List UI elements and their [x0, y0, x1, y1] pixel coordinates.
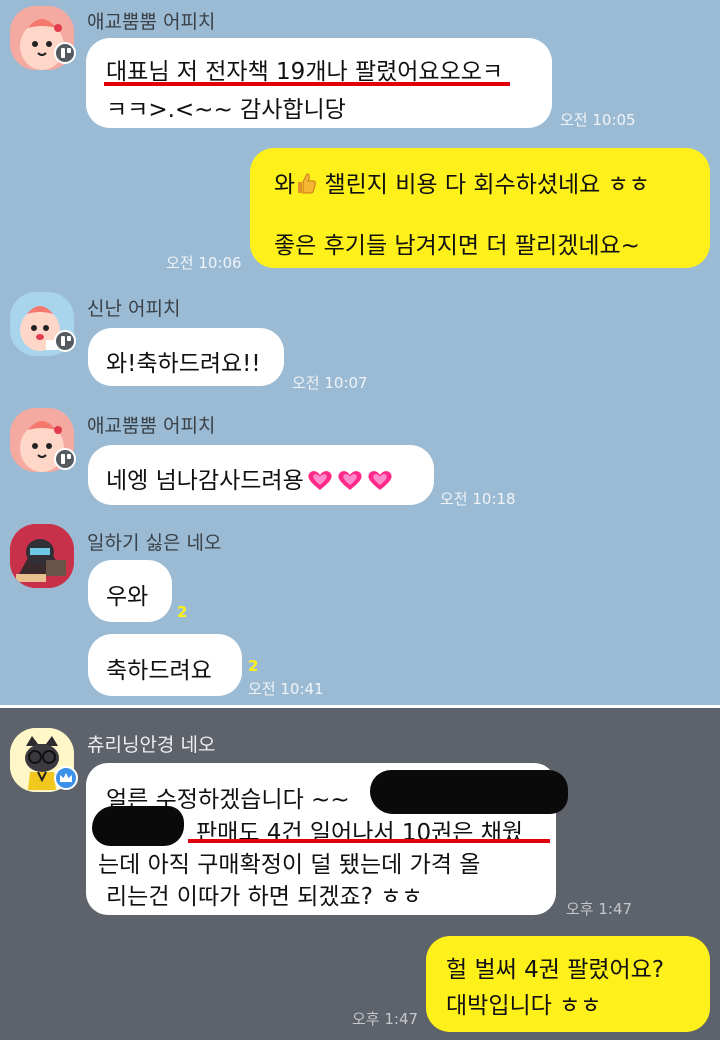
- thumbs-up-icon: [298, 173, 316, 194]
- profile-badge-icon: [54, 330, 76, 352]
- message-line: 는데 아직 구매확정이 덜 됐는데 가격 올: [98, 852, 481, 878]
- message-line: 네엥 넘나감사드려용: [106, 461, 394, 495]
- message-bubble[interactable]: 축하드려요: [88, 634, 242, 696]
- my-message-bubble[interactable]: 헐 벌써 4권 팔렸어요? 대박입니다 ㅎㅎ: [426, 936, 710, 1032]
- heart-icon: [368, 471, 392, 490]
- neo-icon: [10, 524, 74, 588]
- message-bubble[interactable]: 와!축하드려요!!: [88, 328, 284, 386]
- red-underline: [188, 839, 550, 843]
- message-time: 오전 10:06: [166, 254, 242, 272]
- sender-name: 츄리닝안경 네오: [87, 734, 216, 756]
- sender-name: 신난 어피치: [87, 298, 181, 320]
- message-time: 오전 10:05: [560, 111, 636, 129]
- message-time: 오후 1:47: [352, 1010, 419, 1028]
- unread-count: 2: [248, 657, 259, 675]
- profile-badge-icon: [54, 42, 76, 64]
- message-line: 대박입니다 ㅎㅎ: [446, 993, 602, 1019]
- neo-avatar[interactable]: [10, 524, 74, 588]
- message-line: 헐 벌써 4권 팔렸어요?: [446, 957, 665, 983]
- redaction-mark: [92, 806, 184, 846]
- message-bubble[interactable]: 우와: [88, 560, 172, 622]
- message-time: 오전 10:41: [248, 680, 324, 698]
- message-line: 대표님 저 전자책 19개나 팔렸어요오오ㅋ: [106, 59, 504, 85]
- chat-panel-top: 애교뿜뿜 어피치 대표님 저 전자책 19개나 팔렸어요오오ㅋ ㅋㅋ>.<~~ …: [0, 0, 720, 705]
- message-line: 와!축하드려요!!: [106, 351, 261, 377]
- redaction-mark: [370, 770, 568, 814]
- message-line: 우와: [106, 584, 149, 610]
- sender-name: 애교뿜뿜 어피치: [87, 415, 216, 437]
- message-bubble[interactable]: 네엥 넘나감사드려용: [88, 445, 434, 505]
- unread-count: 2: [177, 603, 188, 621]
- message-line: 와 챌린지 비용 다 회수하셨네요 ㅎㅎ: [274, 172, 650, 198]
- message-line: 축하드려요: [106, 658, 212, 684]
- crown-badge-icon: [54, 766, 78, 790]
- heart-icon: [338, 471, 362, 490]
- message-line: ㅋㅋ>.<~~ 감사합니당: [106, 97, 346, 123]
- message-line: 리는건 이따가 하면 되겠죠? ㅎㅎ: [106, 884, 423, 910]
- sender-name: 일하기 싫은 네오: [87, 532, 222, 554]
- message-time: 오후 1:47: [566, 900, 633, 918]
- red-underline: [104, 82, 510, 86]
- sender-name: 애교뿜뿜 어피치: [87, 11, 216, 33]
- my-message-bubble[interactable]: 와 챌린지 비용 다 회수하셨네요 ㅎㅎ 좋은 후기들 남겨지면 더 팔리겠네요…: [250, 148, 710, 268]
- heart-icon: [308, 471, 332, 490]
- chat-panel-bottom: 츄리닝안경 네오 얼른 수정하겠습니다 ~~ 판매도 4건 일어나서 10권은 …: [0, 708, 720, 1040]
- message-line: 좋은 후기들 남겨지면 더 팔리겠네요~: [274, 233, 640, 259]
- profile-badge-icon: [54, 448, 76, 470]
- message-time: 오전 10:18: [440, 490, 516, 508]
- message-time: 오전 10:07: [292, 374, 368, 392]
